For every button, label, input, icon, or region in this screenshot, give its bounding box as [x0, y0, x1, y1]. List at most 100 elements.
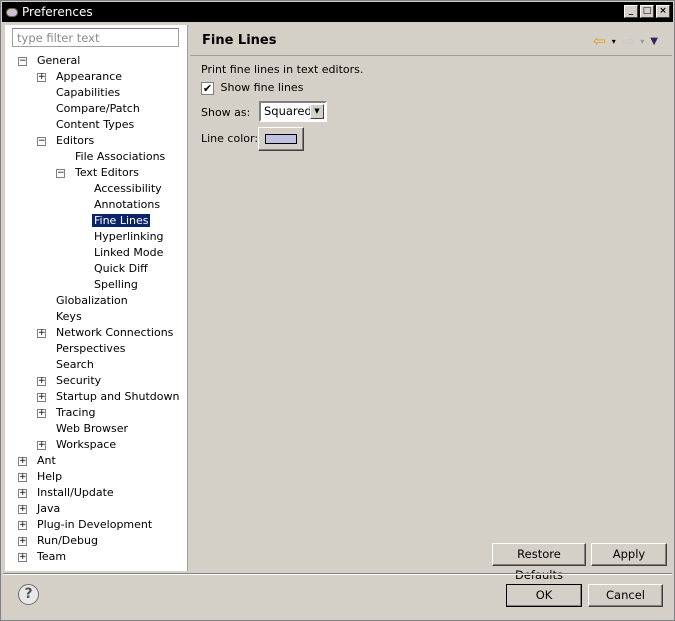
tree-item[interactable]: Globalization [54, 293, 130, 309]
tree-item[interactable]: Capabilities [54, 85, 122, 101]
tree-item-label: Tracing [56, 406, 96, 419]
tree-item[interactable]: Linked Mode [92, 245, 165, 261]
tree-item[interactable]: + Java [18, 501, 62, 517]
tree-item-label: Fine Lines [92, 214, 151, 227]
tree-item-label: Linked Mode [94, 246, 164, 259]
footer-separator [3, 573, 672, 575]
expand-icon[interactable]: + [37, 441, 46, 450]
show-as-select[interactable]: Squared ▼ [259, 101, 327, 122]
tree-item[interactable]: + Team [18, 549, 68, 565]
view-menu-icon[interactable]: ▼ [650, 36, 658, 47]
maximize-button[interactable]: □ [640, 5, 654, 18]
tree-item-label: Network Connections [56, 326, 174, 339]
tree-item-label: Install/Update [37, 486, 114, 499]
tree-item[interactable]: − Text Editors [56, 165, 141, 181]
checkmark-icon[interactable]: ✔ [201, 81, 214, 95]
tree-item-label: Compare/Patch [56, 102, 140, 115]
tree-item[interactable]: Search [54, 357, 96, 373]
tree-item[interactable]: − General [18, 53, 82, 69]
chevron-down-icon[interactable]: ▼ [310, 104, 324, 119]
page-header: Fine Lines ⇦ ▾ ⇨ ▾ ▼ [190, 23, 672, 56]
tree-item[interactable]: + Help [18, 469, 64, 485]
tree-item[interactable]: + Security [37, 373, 103, 389]
tree-item-label: Run/Debug [37, 534, 98, 547]
tree-item-label: Editors [56, 134, 95, 147]
page-description: Print fine lines in text editors. [201, 63, 364, 76]
restore-defaults-button[interactable]: Restore Defaults [492, 543, 586, 582]
tree-item[interactable]: Annotations [92, 197, 162, 213]
expand-icon[interactable]: + [18, 537, 27, 546]
expand-icon[interactable]: + [18, 457, 27, 466]
ok-button[interactable]: OK [506, 584, 582, 607]
collapse-icon[interactable]: − [56, 169, 65, 178]
tree-item-label: Text Editors [75, 166, 140, 179]
tree-item[interactable]: Hyperlinking [92, 229, 166, 245]
tree-item[interactable]: + Run/Debug [18, 533, 100, 549]
tree-item-label: Quick Diff [94, 262, 148, 275]
show-fine-lines-checkbox[interactable]: ✔ Show fine lines [201, 81, 303, 95]
tree-item-label: Content Types [56, 118, 135, 131]
title-bar: Preferences _ □ × [2, 2, 673, 22]
show-fine-lines-label: Show fine lines [220, 81, 304, 94]
tree-item-label: Security [56, 374, 102, 387]
expand-icon[interactable]: + [37, 73, 46, 82]
tree-item[interactable]: Content Types [54, 117, 136, 133]
cancel-button[interactable]: Cancel [588, 584, 663, 607]
expand-icon[interactable]: + [18, 553, 27, 562]
tree-item[interactable]: + Startup and Shutdown [37, 389, 181, 405]
tree-item-label: File Associations [75, 150, 166, 163]
apply-button[interactable]: Apply [591, 543, 667, 566]
tree-item[interactable]: + Network Connections [37, 325, 175, 341]
tree-item[interactable]: File Associations [73, 149, 167, 165]
tree-item[interactable]: Quick Diff [92, 261, 150, 277]
tree-item-label: Plug-in Development [37, 518, 153, 531]
tree-item[interactable]: Web Browser [54, 421, 130, 437]
tree-item-label: Globalization [56, 294, 128, 307]
expand-icon[interactable]: + [18, 505, 27, 514]
tree-item[interactable]: Spelling [92, 277, 140, 293]
preferences-window: Preferences _ □ × type filter text − Gene… [0, 0, 675, 621]
tree-item[interactable]: Perspectives [54, 341, 127, 357]
back-dropdown-icon[interactable]: ▾ [612, 37, 616, 46]
tree-item-label: Annotations [94, 198, 161, 211]
collapse-icon[interactable]: − [37, 137, 46, 146]
help-icon[interactable]: ? [18, 584, 39, 605]
preference-page: Fine Lines ⇦ ▾ ⇨ ▾ ▼ Print fine lines in… [190, 23, 672, 582]
tree-item[interactable]: + Ant [18, 453, 58, 469]
line-color-button[interactable] [258, 127, 304, 151]
expand-icon[interactable]: + [18, 473, 27, 482]
tree-item-label: Appearance [56, 70, 123, 83]
close-button[interactable]: × [656, 5, 670, 18]
tree-item[interactable]: Accessibility [92, 181, 164, 197]
tree-item-label: Web Browser [56, 422, 129, 435]
tree-item[interactable]: + Plug-in Development [18, 517, 154, 533]
show-as-label: Show as: [201, 106, 251, 119]
expand-icon[interactable]: + [18, 521, 27, 530]
tree-item-label: Ant [37, 454, 56, 467]
tree-item[interactable]: + Workspace [37, 437, 118, 453]
eclipse-icon [6, 7, 18, 17]
tree-item-label: Workspace [56, 438, 117, 451]
tree-item[interactable]: + Tracing [37, 405, 97, 421]
window-title: Preferences [22, 5, 93, 19]
filter-input[interactable]: type filter text [12, 28, 179, 47]
minimize-button[interactable]: _ [624, 5, 638, 18]
collapse-icon[interactable]: − [18, 57, 27, 66]
tree-item[interactable]: Fine Lines [92, 213, 151, 229]
forward-arrow-icon: ⇨ [621, 32, 635, 50]
tree-item[interactable]: + Appearance [37, 69, 124, 85]
tree-item-label: Keys [56, 310, 82, 323]
back-arrow-icon[interactable]: ⇦ [593, 32, 606, 50]
tree-item-label: Spelling [94, 278, 138, 291]
tree-item[interactable]: + Install/Update [18, 485, 116, 501]
tree-item-label: Perspectives [56, 342, 126, 355]
tree-item[interactable]: Compare/Patch [54, 101, 142, 117]
tree-item[interactable]: Keys [54, 309, 84, 325]
expand-icon[interactable]: + [37, 329, 46, 338]
expand-icon[interactable]: + [37, 409, 46, 418]
expand-icon[interactable]: + [18, 489, 27, 498]
tree-item[interactable]: − Editors [37, 133, 96, 149]
expand-icon[interactable]: + [37, 377, 46, 386]
tree-item-label: Search [56, 358, 94, 371]
expand-icon[interactable]: + [37, 393, 46, 402]
